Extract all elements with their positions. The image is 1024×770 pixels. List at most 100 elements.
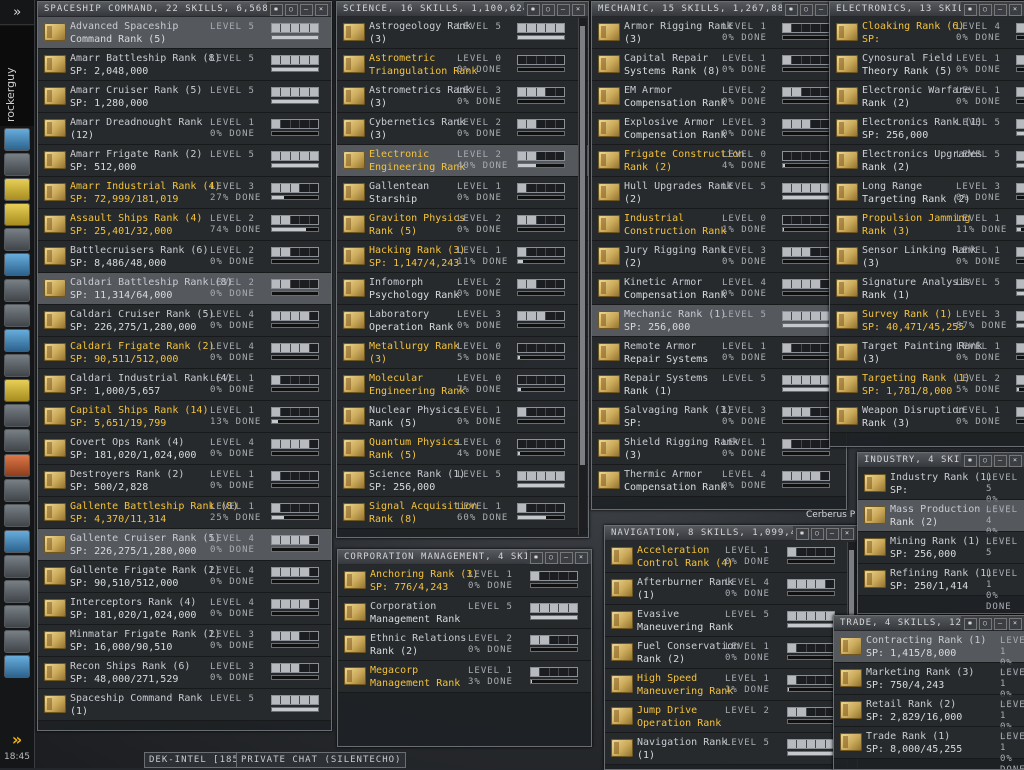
user-panel[interactable]: rockerguy (0, 26, 34, 126)
skill-row[interactable]: Mining Rank (1)SP: 256,000LEVEL 5 (858, 532, 1024, 564)
help-icon[interactable]: ✱ (964, 4, 977, 16)
skill-row[interactable]: Spaceship Command Rank(1)LEVEL 5 (38, 689, 331, 721)
skill-row[interactable]: Fuel ConservationRank (2)LEVEL 10% DONE (605, 637, 857, 669)
market-icon[interactable] (4, 228, 30, 251)
notepad-icon[interactable] (4, 203, 30, 226)
help-icon[interactable]: ✱ (530, 552, 543, 564)
neocom-toggle-button[interactable]: » (0, 0, 34, 25)
mail-icon[interactable] (4, 178, 30, 201)
fitting-icon[interactable] (4, 329, 30, 352)
minimize-icon[interactable]: – (300, 4, 313, 16)
skill-row[interactable]: Metallurgy Rank(3)LEVEL 05% DONE (337, 337, 588, 369)
skill-row[interactable]: Marketing Rank (3)SP: 750/4,243LEVEL 10%… (834, 663, 1024, 695)
help-icon[interactable]: ✱ (785, 4, 798, 16)
skill-row[interactable]: Graviton PhysicsRank (5)LEVEL 20% DONE (337, 209, 588, 241)
help-icon[interactable]: ✱ (964, 618, 977, 630)
chat-tab-private[interactable]: PRIVATE CHAT (SILENTECHO) (236, 752, 406, 768)
close-icon[interactable]: × (841, 528, 854, 540)
skills-icon[interactable] (4, 379, 30, 402)
corporation-icon[interactable] (4, 253, 30, 276)
skill-row[interactable]: Survey Rank (1)SP: 40,471/45,255LEVEL 38… (830, 305, 1024, 337)
skill-row[interactable]: Jury Rigging Rank(2)LEVEL 30% DONE (592, 241, 846, 273)
skill-row[interactable]: Battlecruisers Rank (6)SP: 8,486/48,000L… (38, 241, 331, 273)
settings-icon[interactable]: ○ (979, 455, 992, 467)
people-icon[interactable] (4, 153, 30, 176)
audio-icon[interactable] (4, 580, 30, 603)
skill-row[interactable]: Electronics Rank (1)SP: 256,000LEVEL 5 (830, 113, 1024, 145)
skill-row[interactable]: Astrometrics Rank(3)LEVEL 30% DONE (337, 81, 588, 113)
skill-row[interactable]: Caldari Battleship Rank (8)SP: 11,314/64… (38, 273, 331, 305)
close-icon[interactable]: × (1009, 4, 1022, 16)
skill-row[interactable]: Gallente Battleship Rank (8)SP: 4,370/11… (38, 497, 331, 529)
skill-row[interactable]: Jump DriveOperation RankLEVEL 2 (605, 701, 857, 733)
skill-row[interactable]: Propulsion JammingRank (3)LEVEL 111% DON… (830, 209, 1024, 241)
window-title[interactable]: ELECTRONICS, 13 SKILLS, 1,358,934 POINTS… (830, 2, 1024, 17)
skill-row[interactable]: Signal AcquisitionRank (8)LEVEL 160% DON… (337, 497, 588, 529)
skill-row[interactable]: EvasiveManeuvering RankLEVEL 5 (605, 605, 857, 637)
minimize-icon[interactable]: – (994, 4, 1007, 16)
skill-row[interactable]: Salvaging Rank (3)SP:LEVEL 30% DONE (592, 401, 846, 433)
help-icon[interactable]: ✱ (964, 455, 977, 467)
minimize-icon[interactable]: – (994, 618, 1007, 630)
window-title[interactable]: NAVIGATION, 8 SKILLS, 1,099,421 POINTS✱○… (605, 526, 857, 541)
hangar-icon[interactable] (4, 404, 30, 427)
window-title[interactable]: INDUSTRY, 4 SKILLS, 317,505 POINTS✱○–× (858, 453, 1024, 468)
window-navigation[interactable]: NAVIGATION, 8 SKILLS, 1,099,421 POINTS✱○… (604, 525, 858, 770)
skill-row[interactable]: Afterburner Rank(1)LEVEL 40% DONE (605, 573, 857, 605)
journal-icon[interactable] (4, 479, 30, 502)
character-icon[interactable] (4, 128, 30, 151)
skill-row[interactable]: Interceptors Rank (4)SP: 181,020/1,024,0… (38, 593, 331, 625)
skill-row[interactable]: Amarr Cruiser Rank (5)SP: 1,280,000LEVEL… (38, 81, 331, 113)
skill-row[interactable]: Assault Ships Rank (4)SP: 25,401/32,000L… (38, 209, 331, 241)
skill-row[interactable]: Hull Upgrades Rank(2)LEVEL 5 (592, 177, 846, 209)
skill-row[interactable]: Amarr Industrial Rank (4)SP: 72,999/181,… (38, 177, 331, 209)
skill-row[interactable]: AccelerationControl Rank (4)LEVEL 10% DO… (605, 541, 857, 573)
skill-row[interactable]: Sensor Linking Rank(3)LEVEL 10% DONE (830, 241, 1024, 273)
skill-row[interactable]: Explosive ArmorCompensation RankLEVEL 30… (592, 113, 846, 145)
skill-row[interactable]: Armor Rigging Rank(3)LEVEL 10% DONE (592, 17, 846, 49)
settings-icon[interactable]: ○ (979, 618, 992, 630)
skill-row[interactable]: Electronic WarfareRank (2)LEVEL 10% DONE (830, 81, 1024, 113)
skill-row[interactable]: Thermic ArmorCompensation RankLEVEL 40% … (592, 465, 846, 497)
map-icon[interactable] (4, 304, 30, 327)
help-icon[interactable] (4, 454, 30, 477)
skill-row[interactable]: Shield Rigging Rank(3)LEVEL 10% DONE (592, 433, 846, 465)
skill-row[interactable]: Kinetic ArmorCompensation RankLEVEL 40% … (592, 273, 846, 305)
skill-row[interactable]: Caldari Industrial Rank (4)SP: 1,000/5,6… (38, 369, 331, 401)
skill-row[interactable]: IndustrialConstruction RankLEVEL 01% DON… (592, 209, 846, 241)
minimize-icon[interactable]: – (557, 4, 570, 16)
calculator-icon[interactable] (4, 429, 30, 452)
minimize-icon[interactable]: – (560, 552, 573, 564)
window-title[interactable]: TRADE, 4 SKILLS, 12,994 POINTS✱○–× (834, 616, 1024, 631)
skill-row[interactable]: Signature AnalysisRank (1)LEVEL 5 (830, 273, 1024, 305)
settings-icon[interactable]: ○ (979, 4, 992, 16)
skill-row[interactable]: LaboratoryOperation RankLEVEL 30% DONE (337, 305, 588, 337)
help-icon[interactable]: ✱ (270, 4, 283, 16)
browser-icon[interactable] (4, 530, 30, 553)
skill-row[interactable]: Covert Ops Rank (4)SP: 181,020/1,024,000… (38, 433, 331, 465)
skill-row[interactable]: Amarr Battleship Rank (8)SP: 2,048,000LE… (38, 49, 331, 81)
skill-row[interactable]: Science Rank (1)SP: 256,000LEVEL 5 (337, 465, 588, 497)
skill-row[interactable]: Contracting Rank (1)SP: 1,415/8,000LEVEL… (834, 631, 1024, 663)
skill-row[interactable]: Astrogeology Rank(3)LEVEL 5 (337, 17, 588, 49)
chat-tab-dek-intel[interactable]: DEK-INTEL [185] (144, 752, 250, 768)
minimize-icon[interactable]: – (826, 528, 839, 540)
window-corporation-management[interactable]: CORPORATION MANAGEMENT, 4 SKILLS, 298,20… (337, 549, 592, 747)
settings-icon[interactable]: ○ (800, 4, 813, 16)
inventory-icon[interactable] (4, 555, 30, 578)
skill-row[interactable]: ElectronicEngineering RankLEVEL 240% DON… (337, 145, 588, 177)
skill-row[interactable]: Amarr Dreadnought Rank(12)LEVEL 10% DONE (38, 113, 331, 145)
scrollbar-thumb[interactable] (580, 26, 585, 465)
window-trade[interactable]: TRADE, 4 SKILLS, 12,994 POINTS✱○–×Contra… (833, 615, 1024, 770)
close-icon[interactable]: × (575, 552, 588, 564)
scrollbar[interactable] (578, 18, 587, 535)
skill-row[interactable]: Anchoring Rank (3)SP: 776/4,243LEVEL 10%… (338, 565, 591, 597)
skill-row[interactable]: MegacorpManagement RankLEVEL 13% DONE (338, 661, 591, 693)
skill-row[interactable]: Cynosural FieldTheory Rank (5)LEVEL 10% … (830, 49, 1024, 81)
skill-row[interactable]: Capital RepairSystems Rank (8)LEVEL 10% … (592, 49, 846, 81)
skill-row[interactable]: Remote ArmorRepair SystemsLEVEL 10% DONE (592, 337, 846, 369)
skill-row[interactable]: Frigate ConstructionRank (2)LEVEL 04% DO… (592, 145, 846, 177)
window-title[interactable]: SCIENCE, 16 SKILLS, 1,100,624 POINTS✱○–× (337, 2, 588, 17)
settings-icon[interactable]: ○ (811, 528, 824, 540)
skill-row[interactable]: Retail Rank (2)SP: 2,829/16,000LEVEL 10%… (834, 695, 1024, 727)
